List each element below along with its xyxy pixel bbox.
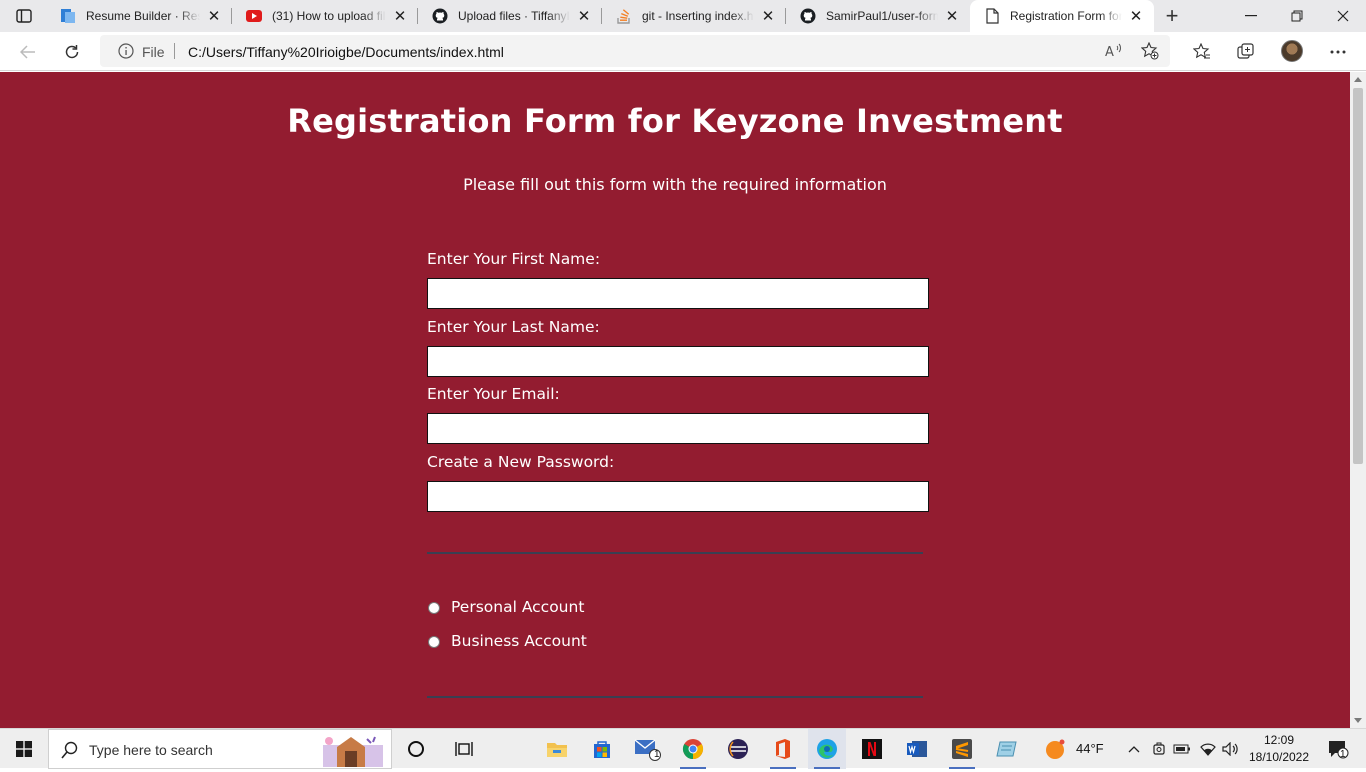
scrollbar-thumb[interactable] [1353,88,1363,464]
netflix-icon[interactable] [853,729,891,769]
mail-icon[interactable]: 1 [628,729,666,769]
back-icon[interactable] [13,37,43,67]
office-icon[interactable] [764,729,802,769]
github-icon [432,8,448,24]
microsoft-store-icon[interactable] [583,729,621,769]
personal-account-radio[interactable] [428,602,440,614]
vertical-scrollbar[interactable] [1350,72,1366,728]
restore-button[interactable] [1274,0,1320,32]
tab-actions-icon[interactable] [8,4,40,28]
scheme-label: File [142,44,165,60]
notifications-icon[interactable]: 1 [1318,729,1358,769]
cortana-icon[interactable] [398,729,434,769]
battery-icon[interactable] [1172,729,1192,769]
tab-title: Upload files · TiffanyIrioigbe [458,9,570,23]
refresh-icon[interactable] [57,37,87,67]
search-placeholder: Type here to search [89,742,213,758]
close-tab-icon[interactable]: ✕ [204,6,224,26]
close-tab-icon[interactable]: ✕ [574,6,594,26]
page-title: Registration Form for Keyzone Investment [287,102,1063,140]
tab-strip: Resume Builder · Resume ✕ (31) How to up… [0,0,1366,32]
new-tab-button[interactable]: + [1160,3,1184,28]
personal-account-label[interactable]: Personal Account [451,598,584,616]
stackoverflow-icon [616,8,632,24]
search-icon [61,741,79,764]
notepad-icon[interactable] [988,729,1026,769]
wifi-icon[interactable] [1198,729,1218,769]
address-bar[interactable]: File C:/Users/Tiffany%20Irioigbe/Documen… [100,35,1170,67]
email-label: Enter Your Email: [427,385,560,403]
last-name-label: Enter Your Last Name: [427,318,600,336]
info-icon[interactable] [118,43,134,64]
scroll-down-icon[interactable] [1354,718,1362,723]
first-name-label: Enter Your First Name: [427,250,601,268]
collections-icon[interactable] [1231,37,1261,67]
chevron-up-icon[interactable] [1124,729,1144,769]
sublime-text-icon[interactable] [943,729,981,769]
clock-time: 12:09 [1263,733,1295,747]
tab-github-upload[interactable]: Upload files · TiffanyIrioigbe ✕ [418,0,602,32]
taskbar: Type here to search 1 44°F 12:09 18/10/2… [0,728,1366,769]
resume-builder-icon [60,8,76,24]
navigation-bar: File C:/Users/Tiffany%20Irioigbe/Documen… [0,32,1366,71]
read-aloud-icon[interactable]: A [1104,41,1124,61]
volume-icon[interactable] [1220,729,1242,769]
windows-start-icon[interactable] [0,729,48,769]
weather-temperature[interactable]: 44°F [1076,741,1104,756]
clock-date: 18/10/2022 [1248,750,1310,764]
weather-icon[interactable] [1040,729,1070,769]
close-window-button[interactable] [1320,0,1366,32]
tab-stackoverflow[interactable]: git - Inserting index.html ✕ [602,0,786,32]
page-subtitle: Please fill out this form with the requi… [463,175,887,194]
github-icon [800,8,816,24]
url-text[interactable]: C:/Users/Tiffany%20Irioigbe/Documents/in… [188,44,504,60]
close-tab-icon[interactable]: ✕ [390,6,410,26]
business-account-label[interactable]: Business Account [451,632,587,650]
taskbar-search-box[interactable]: Type here to search [48,729,392,769]
tab-youtube[interactable]: (31) How to upload files ✕ [232,0,418,32]
close-tab-icon[interactable]: ✕ [1126,6,1146,26]
close-tab-icon[interactable]: ✕ [758,6,778,26]
tab-title: Registration Form for Keyzone [1010,9,1122,23]
svg-text:A: A [1105,45,1114,59]
meet-now-icon[interactable] [1149,729,1169,769]
chrome-icon[interactable] [674,729,712,769]
file-explorer-icon[interactable] [538,729,576,769]
tab-title: (31) How to upload files [272,9,386,23]
tab-title: Resume Builder · Resume [86,9,200,23]
divider-line [427,552,923,554]
close-tab-icon[interactable]: ✕ [942,6,962,26]
task-view-icon[interactable] [446,729,482,769]
registration-page: Registration Form for Keyzone Investment… [0,72,1350,728]
youtube-icon [246,8,262,24]
tab-resume-builder[interactable]: Resume Builder · Resume ✕ [46,0,232,32]
more-options-icon[interactable] [1323,37,1353,67]
password-label: Create a New Password: [427,453,615,471]
business-account-radio[interactable] [428,636,440,648]
search-highlight-icon [317,731,389,767]
tab-title: SamirPaul1/user-form [826,9,938,23]
eclipse-icon[interactable] [719,729,757,769]
last-name-input[interactable] [427,346,929,377]
notification-badge: 1 [1340,749,1346,760]
add-favorite-icon[interactable] [1140,41,1160,61]
email-input[interactable] [427,413,929,444]
scroll-up-icon[interactable] [1354,77,1362,82]
tab-title: git - Inserting index.html [642,9,754,23]
mail-badge: 1 [654,749,660,760]
password-input[interactable] [427,481,929,512]
minimize-button[interactable] [1228,0,1274,32]
first-name-input[interactable] [427,278,929,309]
tab-registration-form[interactable]: Registration Form for Keyzone ✕ [970,0,1154,32]
edge-icon[interactable] [808,729,846,769]
favorites-icon[interactable] [1187,37,1217,67]
profile-avatar[interactable] [1281,40,1303,62]
divider-line [427,696,923,698]
tab-github-user-form[interactable]: SamirPaul1/user-form ✕ [786,0,970,32]
word-icon[interactable] [898,729,936,769]
page-icon [984,8,1000,24]
system-clock[interactable]: 12:09 18/10/2022 [1246,732,1312,766]
